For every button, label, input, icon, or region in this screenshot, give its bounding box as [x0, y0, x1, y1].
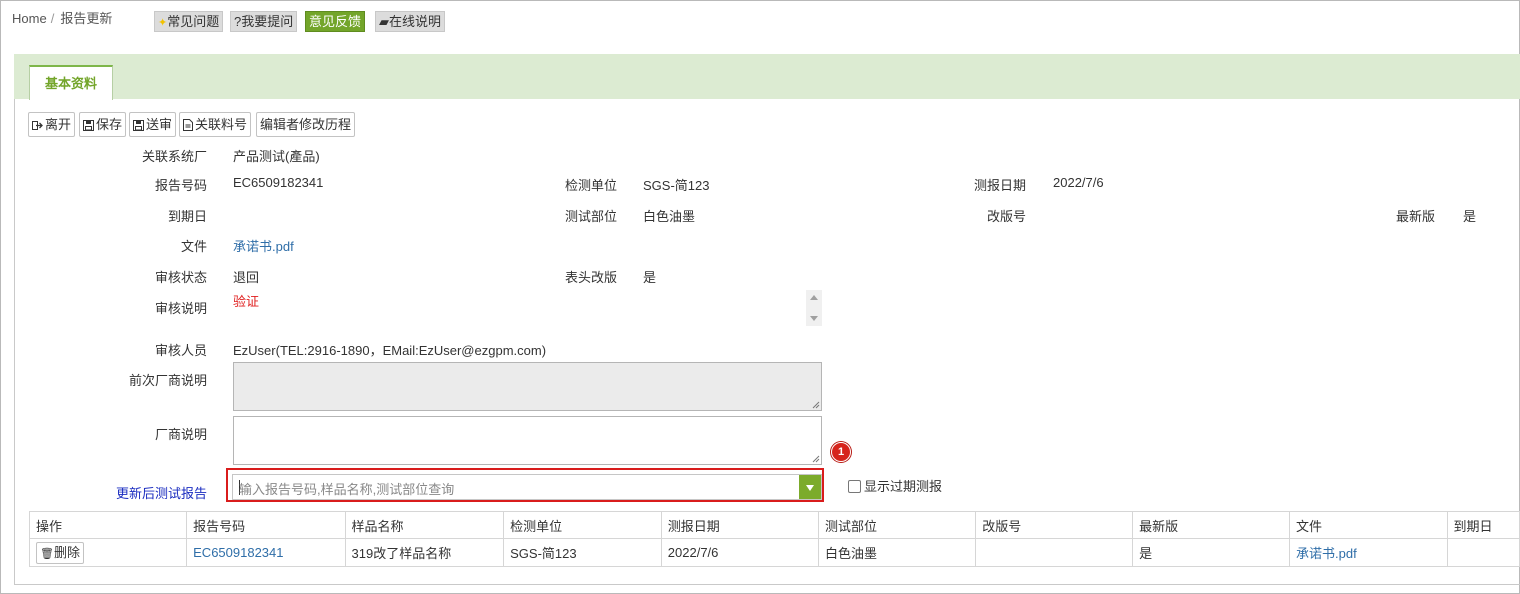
- exit-icon: [32, 121, 43, 130]
- checkbox-icon[interactable]: [848, 480, 861, 493]
- review-note-label: 审核说明: [154, 301, 207, 316]
- factory-label: 关联系统厂: [141, 149, 207, 164]
- factory-value: 产品测试(產品): [233, 149, 320, 164]
- book-icon: ▰: [379, 14, 389, 29]
- edit-history-button[interactable]: 编辑者修改历程: [256, 112, 356, 137]
- reviewer-value: EzUser(TEL:2916-1890，EMail:EzUser@ezgpm.…: [233, 343, 547, 358]
- scroll-down-icon[interactable]: [810, 316, 818, 321]
- file-link[interactable]: 承诺书.pdf: [233, 236, 294, 255]
- tab-basic-info[interactable]: 基本资料: [29, 65, 113, 100]
- related-part-button[interactable]: 关联料号: [179, 112, 252, 137]
- scroll-up-icon[interactable]: [810, 295, 818, 300]
- col-report-no: 报告号码: [186, 511, 346, 539]
- cell-latest: 是: [1132, 538, 1291, 567]
- revision-label: 改版号: [986, 209, 1026, 224]
- report-table: 操作 报告号码 样品名称 检测单位 测报日期 测试部位 改版号 最新版 文件 到…: [28, 511, 1520, 567]
- col-expiry: 到期日: [1446, 511, 1520, 539]
- cell-expiry: [1446, 538, 1520, 567]
- delete-button[interactable]: 🗑删除: [36, 541, 84, 564]
- part-label: 测试部位: [564, 209, 617, 224]
- show-expired-checkbox[interactable]: 显示过期测报: [848, 476, 942, 495]
- leave-button[interactable]: 离开: [28, 112, 76, 137]
- latest-label: 最新版: [1395, 209, 1435, 224]
- part-value: 白色油墨: [643, 209, 696, 224]
- tab-bar: [14, 54, 1520, 99]
- ask-question-button[interactable]: ?我要提问: [230, 11, 298, 32]
- col-lab: 检测单位: [503, 511, 662, 539]
- lightbulb-icon: ✦: [158, 17, 168, 29]
- cell-report-no-link[interactable]: EC6509182341: [186, 538, 346, 567]
- col-revision: 改版号: [975, 511, 1134, 539]
- lab-value: SGS-简123: [643, 178, 710, 193]
- test-date-label: 测报日期: [973, 178, 1026, 193]
- resize-grip-icon: [812, 401, 820, 409]
- cell-date: 2022/7/6: [660, 538, 820, 567]
- status-value: 退回: [233, 270, 260, 285]
- updated-report-label: 更新后测试报告: [115, 486, 207, 501]
- cell-sample: 319改了样品名称: [344, 538, 505, 567]
- online-manual-button[interactable]: ▰在线说明: [375, 11, 446, 32]
- resize-grip-icon[interactable]: [812, 455, 820, 463]
- vendor-note-label: 厂商说明: [154, 427, 207, 442]
- submit-review-button[interactable]: 送审: [129, 112, 177, 137]
- col-latest: 最新版: [1132, 511, 1291, 539]
- col-action: 操作: [28, 511, 188, 539]
- header-revision-value: 是: [643, 270, 657, 285]
- prev-vendor-note-label: 前次厂商说明: [128, 373, 207, 388]
- cell-lab: SGS-简123: [503, 538, 662, 567]
- review-note-scrollbar[interactable]: [806, 290, 822, 326]
- breadcrumb-home[interactable]: Home: [12, 11, 47, 26]
- feedback-button[interactable]: 意见反馈: [305, 11, 366, 32]
- vendor-note-textarea[interactable]: [233, 416, 822, 465]
- file-label: 文件: [180, 239, 207, 254]
- faq-button[interactable]: ✦常见问题: [154, 11, 224, 32]
- latest-value: 是: [1463, 209, 1477, 224]
- cell-revision: [975, 538, 1134, 567]
- save-button[interactable]: 保存: [79, 112, 127, 137]
- report-no-value: EC6509182341: [233, 175, 324, 190]
- prev-vendor-note-textarea: [233, 362, 822, 411]
- col-part: 测试部位: [818, 511, 977, 539]
- review-note-value: 验证: [233, 294, 260, 309]
- header-revision-label: 表头改版: [564, 270, 617, 285]
- floppy-icon: [83, 120, 94, 131]
- highlight-box: [226, 468, 824, 502]
- step-badge: 1: [831, 442, 851, 462]
- cell-file-link[interactable]: 承诺书.pdf: [1289, 538, 1448, 567]
- show-expired-label: 显示过期测报: [864, 479, 943, 494]
- cell-action: 🗑删除: [28, 538, 188, 567]
- reviewer-label: 审核人员: [154, 343, 207, 358]
- trash-icon: 🗑: [40, 547, 54, 560]
- table-header-row: 操作 报告号码 样品名称 检测单位 测报日期 测试部位 改版号 最新版 文件 到…: [28, 511, 1520, 539]
- col-test-date: 测报日期: [660, 511, 820, 539]
- status-label: 审核状态: [154, 270, 207, 285]
- document-icon: [183, 119, 193, 131]
- expiry-label: 到期日: [167, 209, 207, 224]
- table-row: 🗑删除 EC6509182341 319改了样品名称 SGS-简123 2022…: [28, 538, 1520, 567]
- col-sample: 样品名称: [344, 511, 505, 539]
- breadcrumb: Home / 报告更新: [12, 8, 112, 27]
- breadcrumb-current: 报告更新: [60, 11, 113, 26]
- test-date-value: 2022/7/6: [1053, 175, 1104, 190]
- report-no-label: 报告号码: [154, 178, 207, 193]
- breadcrumb-separator: /: [50, 11, 55, 26]
- floppy-icon: [133, 120, 144, 131]
- cell-part: 白色油墨: [818, 538, 977, 567]
- col-file: 文件: [1289, 511, 1448, 539]
- lab-label: 检测单位: [564, 178, 617, 193]
